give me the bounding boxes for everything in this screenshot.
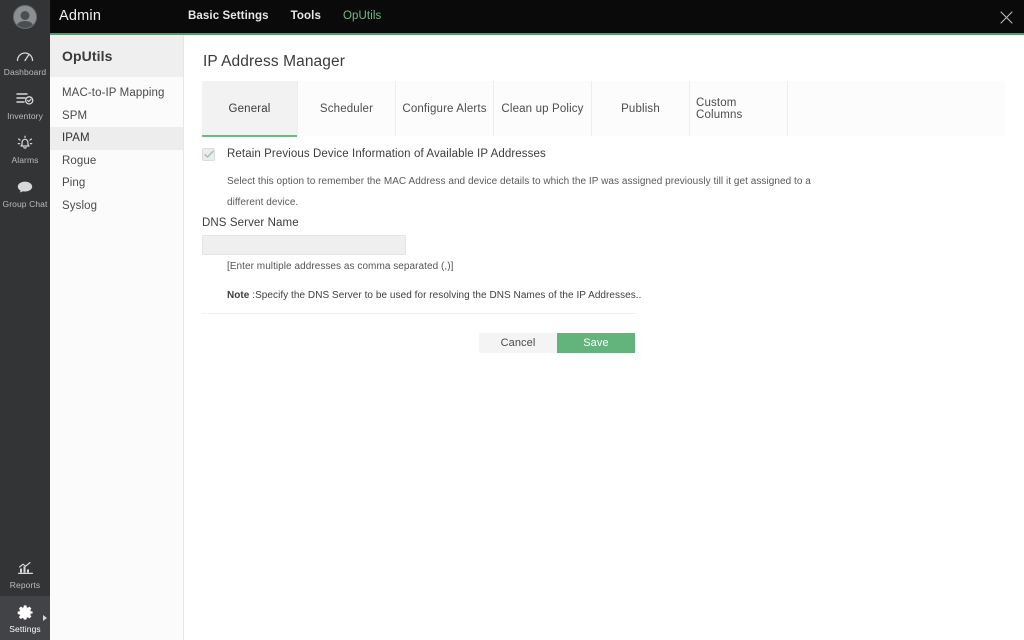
tab-configure-alerts[interactable]: Configure Alerts xyxy=(396,81,494,136)
note-body: :Specify the DNS Server to be used for r… xyxy=(249,290,642,301)
check-icon xyxy=(203,150,214,158)
tab-bar-filler xyxy=(788,81,1005,136)
dns-server-name-input[interactable] xyxy=(202,235,406,255)
bell-icon xyxy=(16,134,34,152)
sidebar-heading: OpUtils xyxy=(50,35,183,77)
topnav-item-tools[interactable]: Tools xyxy=(291,10,321,22)
tab-clean-up-policy[interactable]: Clean up Policy xyxy=(494,81,592,136)
checklist-icon xyxy=(16,90,34,108)
cancel-button[interactable]: Cancel xyxy=(479,333,557,353)
rail-label: Reports xyxy=(9,580,41,590)
chevron-right-icon[interactable] xyxy=(43,615,47,621)
chat-bubble-icon xyxy=(16,178,34,196)
form-divider xyxy=(202,313,637,314)
retain-device-info-label: Retain Previous Device Information of Av… xyxy=(227,148,546,160)
retain-device-info-description: Select this option to remember the MAC A… xyxy=(227,176,811,208)
tab-custom-columns[interactable]: Custom Columns xyxy=(690,81,788,136)
rail-bottom-items: Reports Settings xyxy=(0,552,50,640)
dns-server-name-label: DNS Server Name xyxy=(202,217,299,229)
sidebar-item-ipam[interactable]: IPAM xyxy=(50,127,183,150)
sidebar-item-list: MAC-to-IP Mapping SPM IPAM Rogue Ping Sy… xyxy=(50,77,183,217)
retain-device-info-checkbox[interactable] xyxy=(202,148,215,161)
application-window: Dashboard Inventory Alarms Group Chat Re… xyxy=(0,0,1024,640)
rail-label: Inventory xyxy=(7,111,43,121)
retain-device-info-option: Retain Previous Device Information of Av… xyxy=(202,146,982,213)
rail-primary-items: Dashboard Inventory Alarms Group Chat xyxy=(0,39,50,215)
save-button[interactable]: Save xyxy=(557,333,635,353)
rail-label: Settings xyxy=(9,624,41,634)
main-content: IP Address Manager General Scheduler Con… xyxy=(184,35,1024,640)
gauge-icon xyxy=(16,46,34,64)
close-icon[interactable] xyxy=(995,6,1017,28)
sidebar-item-spm[interactable]: SPM xyxy=(50,105,183,128)
rail-label: Alarms xyxy=(11,155,39,165)
rail-item-alarms[interactable]: Alarms xyxy=(0,127,50,171)
tab-general[interactable]: General xyxy=(202,81,298,137)
dns-server-name-note: Note :Specify the DNS Server to be used … xyxy=(227,290,702,301)
tab-scheduler[interactable]: Scheduler xyxy=(298,81,396,136)
note-prefix: Note xyxy=(227,290,250,301)
sidebar-heading-label: OpUtils xyxy=(62,48,113,64)
sidebar-item-mac-to-ip-mapping[interactable]: MAC-to-IP Mapping xyxy=(50,82,183,105)
form-actions: Cancel Save xyxy=(479,333,635,353)
secondary-sidebar: OpUtils MAC-to-IP Mapping SPM IPAM Rogue… xyxy=(50,35,184,640)
sidebar-item-ping[interactable]: Ping xyxy=(50,172,183,195)
chart-icon xyxy=(17,559,34,577)
top-header-bar: Admin Basic Settings Tools OpUtils xyxy=(50,0,1024,33)
topnav-item-oputils[interactable]: OpUtils xyxy=(343,10,381,22)
dns-server-name-field-group: DNS Server Name [Enter multiple addresse… xyxy=(202,217,702,301)
rail-label: Dashboard xyxy=(3,67,47,77)
page-title: IP Address Manager xyxy=(203,53,345,70)
tab-publish[interactable]: Publish xyxy=(592,81,690,136)
gear-icon xyxy=(17,603,34,621)
tab-bar: General Scheduler Configure Alerts Clean… xyxy=(202,81,1005,137)
rail-item-inventory[interactable]: Inventory xyxy=(0,83,50,127)
rail-item-settings[interactable]: Settings xyxy=(0,596,50,640)
left-icon-rail: Dashboard Inventory Alarms Group Chat Re… xyxy=(0,0,50,640)
rail-item-group-chat[interactable]: Group Chat xyxy=(0,171,50,215)
top-navigation: Basic Settings Tools OpUtils xyxy=(188,10,381,22)
rail-item-dashboard[interactable]: Dashboard xyxy=(0,39,50,83)
window-title: Admin xyxy=(59,8,102,24)
dns-server-name-hint: [Enter multiple addresses as comma separ… xyxy=(227,261,454,272)
avatar[interactable] xyxy=(13,5,37,29)
rail-item-reports[interactable]: Reports xyxy=(0,552,50,596)
sidebar-item-syslog[interactable]: Syslog xyxy=(50,195,183,218)
sidebar-item-rogue[interactable]: Rogue xyxy=(50,150,183,173)
rail-label: Group Chat xyxy=(2,199,48,209)
topnav-item-basic-settings[interactable]: Basic Settings xyxy=(188,10,269,22)
